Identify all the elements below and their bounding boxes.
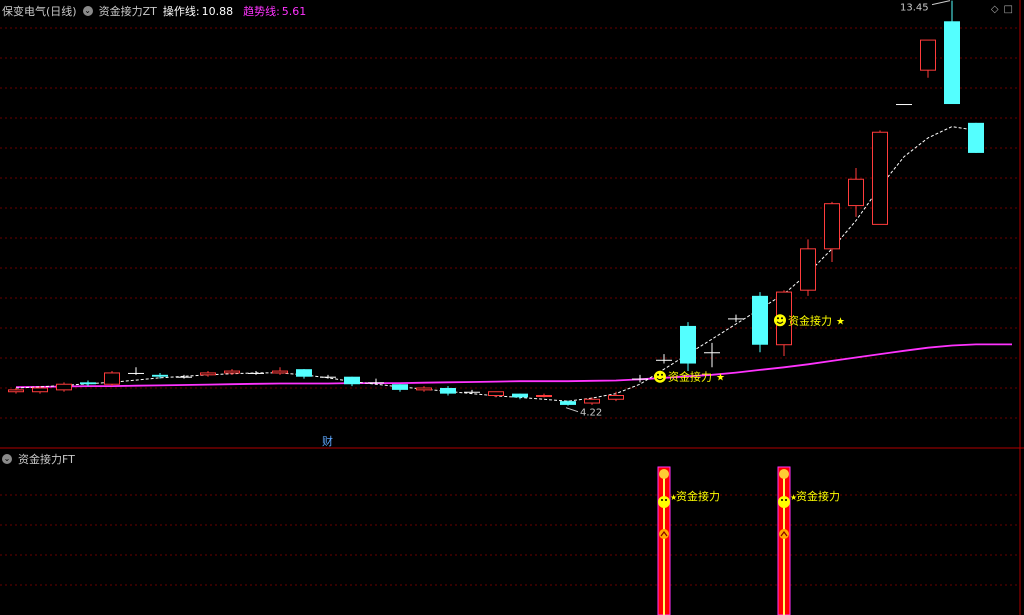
operation-line-label: 操作线: <box>162 5 200 18</box>
star-icon: ★ <box>716 373 725 384</box>
candle-body[interactable] <box>704 352 720 354</box>
smiley-icon <box>658 496 670 508</box>
smiley-icon-eye <box>781 317 783 320</box>
smiley-icon-eye <box>661 499 663 501</box>
signal-label: 资金接力 <box>788 313 832 327</box>
diamond-icon[interactable]: ◇ <box>991 4 1004 15</box>
candle-body[interactable] <box>752 295 768 345</box>
candle-body[interactable] <box>944 21 960 105</box>
indicator-name[interactable]: 资金接力ZT <box>99 3 157 19</box>
sub-signal-label: 资金接力 <box>796 489 840 503</box>
low-marker-pointer <box>565 407 579 413</box>
trend-line-value: 5.61 <box>281 4 307 18</box>
kline-chart[interactable]: 13.454.22财资金接力 ★资金接力 ★★资金接力 ★资金接力 <box>0 0 1024 615</box>
candle-body[interactable] <box>656 359 672 361</box>
sub-indicator-name[interactable]: 资金接力FT <box>18 451 75 467</box>
candle-body[interactable] <box>824 203 840 250</box>
candle-body[interactable] <box>416 387 432 391</box>
settings-circle-icon[interactable]: ⌄ <box>82 6 93 16</box>
chevron-up-icon <box>779 529 789 539</box>
stock-title[interactable]: 保变电气(日线) <box>2 3 77 19</box>
money-bag-icon <box>659 469 669 479</box>
chevron-up-icon <box>659 529 669 539</box>
candle-body[interactable] <box>296 369 312 377</box>
money-bag-icon <box>779 469 789 479</box>
candle-body[interactable] <box>272 370 288 374</box>
candle-body[interactable] <box>584 398 600 404</box>
smiley-icon-eye <box>781 499 783 501</box>
candle-body[interactable] <box>392 384 408 390</box>
window-controls: ◇□ <box>991 4 1018 15</box>
smiley-icon-eye <box>785 499 787 501</box>
candle-body[interactable] <box>344 376 360 385</box>
candle-body[interactable] <box>200 372 216 376</box>
candle-body[interactable] <box>872 131 888 225</box>
signal-label: 资金接力 <box>668 370 712 384</box>
sub-signal-label: 资金接力 <box>676 489 720 503</box>
star-icon: ★ <box>836 316 845 327</box>
smiley-icon-eye <box>665 499 667 501</box>
candle-body[interactable] <box>80 382 96 385</box>
candle-body[interactable] <box>320 376 336 378</box>
candle-body[interactable] <box>224 370 240 374</box>
candle-body[interactable] <box>848 178 864 207</box>
candle-body[interactable] <box>368 382 384 384</box>
candle-body[interactable] <box>608 395 624 400</box>
candle-body[interactable] <box>536 395 552 398</box>
candle-body[interactable] <box>920 39 936 71</box>
square-icon[interactable]: □ <box>1004 4 1018 15</box>
smiley-icon <box>654 370 666 383</box>
candle-body[interactable] <box>152 374 168 377</box>
smiley-icon-eye <box>657 373 659 376</box>
trend-line <box>15 343 1012 389</box>
operation-line-value: 10.88 <box>201 4 234 18</box>
candle-body[interactable] <box>488 391 504 397</box>
candle-body[interactable] <box>128 372 144 374</box>
candle-body[interactable] <box>464 391 480 393</box>
smiley-icon-eye <box>777 317 779 320</box>
candle-body[interactable] <box>104 372 120 385</box>
candle-body[interactable] <box>560 401 576 405</box>
candle-body[interactable] <box>56 383 72 391</box>
settings-circle-icon[interactable]: ⌄ <box>2 454 12 464</box>
trend-line-label: 趋势线: <box>243 5 280 18</box>
candle-body[interactable] <box>896 104 912 106</box>
high-marker-pointer <box>931 0 951 6</box>
candle-body[interactable] <box>728 318 744 320</box>
candle-body[interactable] <box>440 387 456 394</box>
smiley-icon <box>774 314 786 327</box>
main-chart-header: 保变电气(日线) ⌄ 资金接力ZT 操作线: 10.88 趋势线: 5.61 <box>2 3 306 19</box>
candle-body[interactable] <box>680 325 696 364</box>
candle-body[interactable] <box>968 122 984 153</box>
candle-body[interactable] <box>8 389 24 393</box>
candle-body[interactable] <box>800 248 816 291</box>
candle-body[interactable] <box>32 387 48 393</box>
low-price-label: 4.22 <box>580 408 602 419</box>
smiley-icon <box>778 496 790 508</box>
candle-body[interactable] <box>248 372 264 374</box>
high-price-label: 13.45 <box>900 3 929 14</box>
smiley-icon-eye <box>661 373 663 376</box>
candle-body[interactable] <box>176 376 192 378</box>
candle-body[interactable] <box>512 393 528 398</box>
finance-event-marker: 财 <box>322 434 333 448</box>
sub-chart-header: ⌄ 资金接力FT <box>2 451 75 467</box>
candle-body[interactable] <box>632 378 648 380</box>
